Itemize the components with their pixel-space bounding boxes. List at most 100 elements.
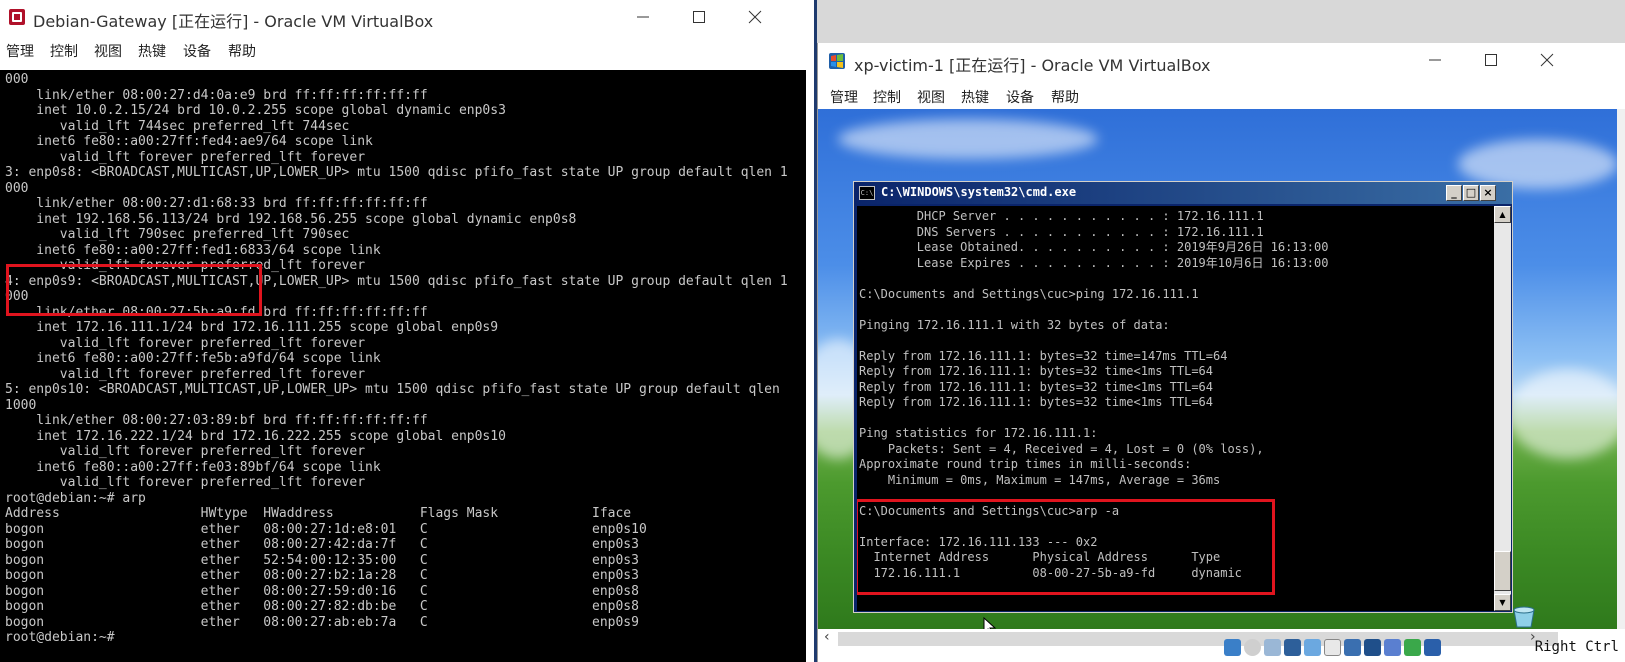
- left-menubar: 管理 控制 视图 热键 设备 帮助: [0, 37, 814, 63]
- cmd-line: Minimum = 0ms, Maximum = 147ms, Average …: [859, 472, 1221, 487]
- close-button[interactable]: [732, 0, 778, 35]
- terminal-line: 1000: [5, 397, 37, 413]
- cmd-line: Reply from 172.16.111.1: bytes=32 time=1…: [859, 348, 1228, 363]
- terminal-line: inet 172.16.111.1/24 brd 172.16.111.255 …: [5, 320, 499, 335]
- terminal-line: 000: [5, 72, 29, 87]
- menu-view[interactable]: 视图: [94, 41, 122, 61]
- cmd-line: Lease Expires . . . . . . . . . . : 2019…: [859, 255, 1329, 270]
- terminal-line: 000: [5, 180, 29, 196]
- terminal-line: bogon ether 08:00:27:b2:1a:28 C enp0s3: [5, 568, 639, 583]
- debian-terminal[interactable]: root@debian:~# bogon ether 08:00:27:ab:eb…: [0, 70, 806, 662]
- cmd-minimize-button[interactable]: _: [1446, 185, 1462, 201]
- terminal-line: valid_lft forever preferred_lft forever: [5, 366, 366, 382]
- menu-hotkeys[interactable]: 热键: [138, 41, 166, 61]
- terminal-line: bogon ether 08:00:27:82:db:be C enp0s8: [5, 599, 639, 614]
- cmd-maximize-button[interactable]: □: [1463, 185, 1479, 201]
- left-titlebar: Debian-Gateway [正在运行] - Oracle VM Virtua…: [0, 0, 814, 35]
- terminal-line: bogon ether 08:00:27:42:da:7f C enp0s3: [5, 537, 639, 552]
- mouse-cursor-icon: [983, 617, 997, 629]
- scroll-thumb[interactable]: [1494, 551, 1511, 591]
- menu-help[interactable]: 帮助: [228, 41, 256, 61]
- terminal-line: valid_lft forever preferred_lft forever: [5, 335, 366, 351]
- terminal-line: inet 192.168.56.113/24 brd 192.168.56.25…: [5, 211, 577, 227]
- terminal-line: valid_lft 790sec preferred_lft 790sec: [5, 227, 350, 242]
- usb-icon[interactable]: [1304, 639, 1321, 656]
- cmd-line: Approximate round trip times in milli-se…: [859, 457, 1192, 471]
- right-window-title: xp-victim-1 [正在运行] - Oracle VM VirtualBo…: [854, 56, 1211, 75]
- menu-control[interactable]: 控制: [50, 41, 78, 61]
- terminal-line: 5: enp0s10: <BROADCAST,MULTICAST,UP,LOWE…: [5, 382, 780, 397]
- left-scrollbar[interactable]: [806, 70, 814, 662]
- menu-manage[interactable]: 管理: [6, 41, 34, 61]
- host-key-label: Right Ctrl: [1534, 639, 1619, 655]
- right-maximize-button[interactable]: [1468, 43, 1514, 78]
- vm-statusbar: Right Ctrl: [818, 633, 1625, 662]
- cmd-line: Ping statistics for 172.16.111.1:: [859, 426, 1098, 440]
- xp-desktop[interactable]: C:\ C:\WINDOWS\system32\cmd.exe _ □ × 17…: [818, 109, 1618, 629]
- cmd-line: Lease Obtained. . . . . . . . . . : 2019…: [859, 240, 1329, 254]
- menu-devices[interactable]: 设备: [1006, 87, 1034, 107]
- terminal-line: root@debian:~# arp: [5, 490, 146, 506]
- cmd-console[interactable]: 172.16.111.1 08-00-27-5b-a9-fd dynamic I…: [857, 206, 1494, 611]
- cmd-line: Pinging 172.16.111.1 with 32 bytes of da…: [859, 317, 1170, 332]
- terminal-line: inet 172.16.222.1/24 brd 172.16.222.255 …: [5, 428, 506, 444]
- right-minimize-button[interactable]: [1412, 43, 1458, 78]
- scroll-up-icon[interactable]: ▲: [1494, 206, 1511, 223]
- menu-help[interactable]: 帮助: [1051, 87, 1079, 107]
- terminal-line: link/ether 08:00:27:d1:68:33 brd ff:ff:f…: [5, 196, 428, 211]
- hard-disk-icon[interactable]: [1224, 639, 1241, 656]
- menu-manage[interactable]: 管理: [830, 87, 858, 107]
- keyboard-icon[interactable]: [1424, 639, 1441, 656]
- close-icon: [748, 10, 762, 24]
- terminal-line: inet6 fe80::a00:27ff:fed1:6833/64 scope …: [5, 242, 381, 258]
- network-icon[interactable]: [1284, 639, 1301, 656]
- cmd-line: Reply from 172.16.111.1: bytes=32 time<1…: [859, 379, 1214, 394]
- debian-gateway-window: Debian-Gateway [正在运行] - Oracle VM Virtua…: [0, 0, 814, 662]
- cmd-line: Packets: Sent = 4, Received = 4, Lost = …: [859, 441, 1264, 456]
- cmd-scrollbar[interactable]: ▲ ▼: [1494, 206, 1511, 611]
- cmd-close-button[interactable]: ×: [1480, 185, 1496, 201]
- terminal-line: valid_lft forever preferred_lft forever: [5, 475, 366, 490]
- terminal-line: link/ether 08:00:27:03:89:bf brd ff:ff:f…: [5, 413, 428, 428]
- terminal-line: Address HWtype HWaddress Flags Mask Ifac…: [5, 506, 632, 521]
- maximize-icon: [1485, 54, 1497, 66]
- terminal-line: link/ether 08:00:27:d4:0a:e9 brd ff:ff:f…: [5, 87, 428, 103]
- audio-icon[interactable]: [1264, 639, 1281, 656]
- cpu-icon[interactable]: [1384, 639, 1401, 656]
- maximize-button[interactable]: [676, 0, 722, 35]
- terminal-line: bogon ether 08:00:27:ab:eb:7a C enp0s9: [5, 614, 639, 630]
- virtualbox-icon: [9, 9, 25, 25]
- optical-drive-icon[interactable]: [1244, 639, 1261, 656]
- cmd-icon: C:\: [859, 186, 875, 200]
- minimize-icon: [637, 16, 649, 18]
- menu-control[interactable]: 控制: [873, 87, 901, 107]
- cmd-title: C:\WINDOWS\system32\cmd.exe: [881, 185, 1077, 199]
- shared-folder-icon[interactable]: [1324, 639, 1341, 656]
- recycle-bin-icon[interactable]: [1510, 606, 1538, 628]
- menu-view[interactable]: 视图: [917, 87, 945, 107]
- minimize-icon: [1429, 59, 1441, 61]
- cmd-highlight-box: [857, 499, 1275, 595]
- minimize-button[interactable]: [620, 0, 666, 35]
- right-menubar: 管理 控制 视图 热键 设备 帮助: [818, 83, 1625, 109]
- menu-hotkeys[interactable]: 热键: [961, 87, 989, 107]
- recording-icon[interactable]: [1364, 639, 1381, 656]
- vm-vertical-scrollbar[interactable]: [1617, 109, 1625, 629]
- terminal-line: valid_lft forever preferred_lft forever: [5, 149, 366, 165]
- scroll-down-icon[interactable]: ▼: [1494, 594, 1511, 611]
- display-icon[interactable]: [1344, 639, 1361, 656]
- right-close-button[interactable]: [1524, 43, 1570, 78]
- terminal-line: inet6 fe80::a00:27ff:fe5b:a9fd/64 scope …: [5, 351, 381, 366]
- cmd-line: Reply from 172.16.111.1: bytes=32 time<1…: [859, 395, 1214, 409]
- cmd-line: Reply from 172.16.111.1: bytes=32 time<1…: [859, 364, 1214, 378]
- terminal-line: inet6 fe80::a00:27ff:fed4:ae9/64 scope l…: [5, 134, 373, 149]
- cmd-window[interactable]: C:\ C:\WINDOWS\system32\cmd.exe _ □ × 17…: [853, 181, 1513, 613]
- mouse-integration-icon[interactable]: [1404, 639, 1421, 656]
- cmd-line: C:\Documents and Settings\cuc>ping 172.1…: [859, 286, 1199, 301]
- virtualbox-xp-icon: [829, 53, 845, 69]
- terminal-line: bogon ether 52:54:00:12:35:00 C enp0s3: [5, 552, 639, 568]
- menu-devices[interactable]: 设备: [183, 41, 211, 61]
- terminal-line: inet6 fe80::a00:27ff:fe03:89bf/64 scope …: [5, 459, 381, 475]
- terminal-line: valid_lft forever preferred_lft forever: [5, 444, 366, 459]
- terminal-line: bogon ether 08:00:27:59:d0:16 C enp0s8: [5, 583, 639, 599]
